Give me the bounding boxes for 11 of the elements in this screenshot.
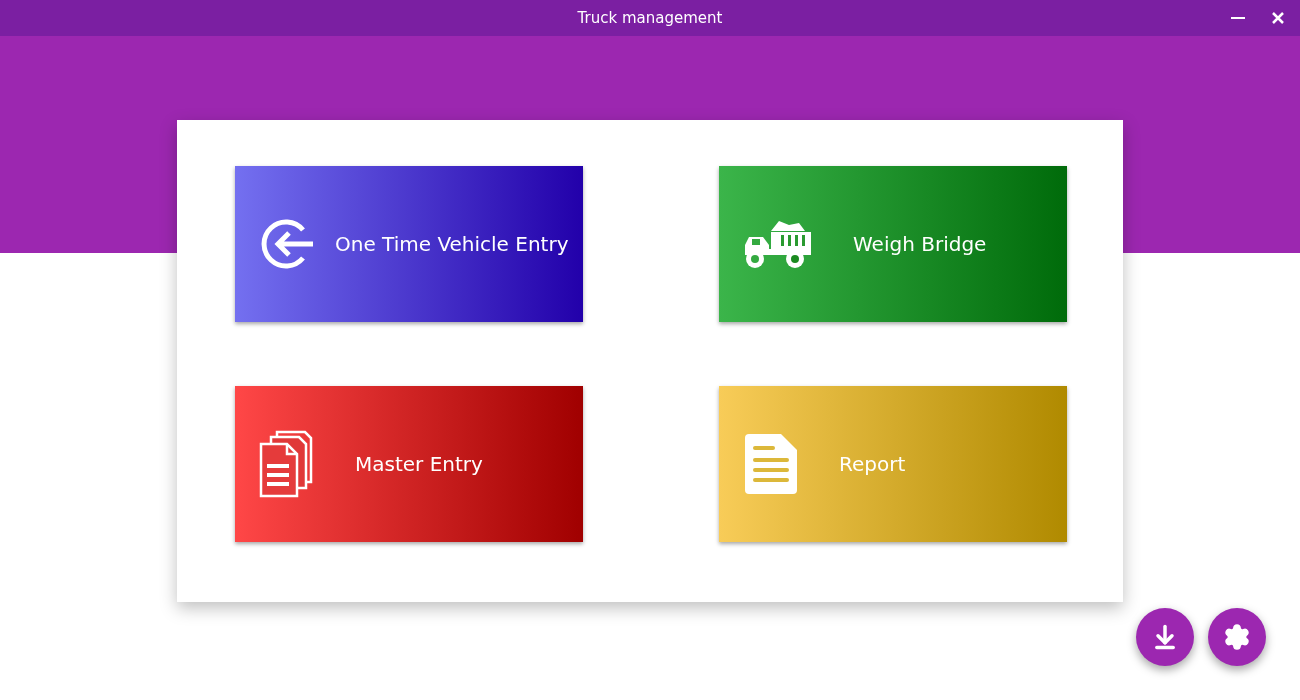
download-button[interactable] (1136, 608, 1194, 666)
documents-icon (259, 428, 315, 500)
close-icon (1272, 12, 1284, 24)
menu-tile[interactable]: Weigh Bridge (719, 166, 1067, 322)
settings-button[interactable] (1208, 608, 1266, 666)
document-icon (743, 432, 799, 496)
menu-tile[interactable]: One Time Vehicle Entry (235, 166, 583, 322)
menu-tile[interactable]: Master Entry (235, 386, 583, 542)
minimize-icon (1231, 17, 1245, 19)
dump-truck-icon (743, 219, 813, 269)
window-title: Truck management (577, 7, 723, 29)
